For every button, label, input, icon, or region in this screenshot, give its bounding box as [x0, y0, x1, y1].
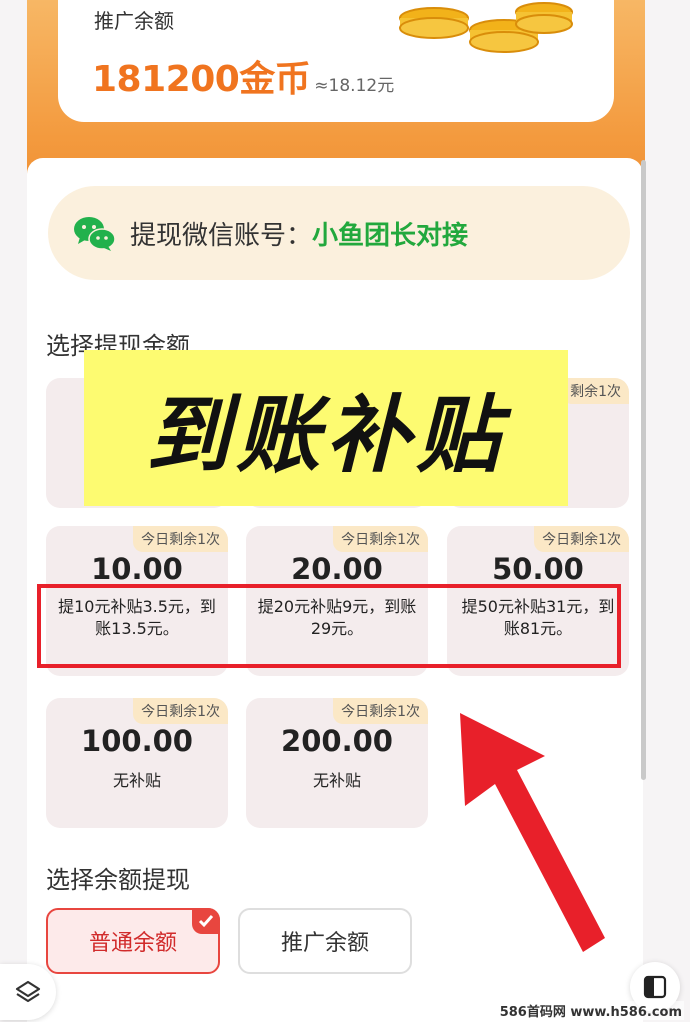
amount-value: 100.00 — [81, 724, 193, 758]
quota-badge: 剩余1次 — [562, 378, 629, 404]
balance-approx: ≈18.12元 — [314, 76, 395, 96]
wechat-account-name: 小鱼团长对接 — [312, 220, 469, 251]
quota-badge: 今日剩余1次 — [133, 526, 228, 552]
subsidy-banner-text: 到账补贴 — [145, 385, 506, 484]
amount-card-200[interactable]: 今日剩余1次 200.00 无补贴 — [246, 698, 428, 828]
balance-section-title: 选择余额提现 — [46, 866, 190, 894]
highlight-frame — [37, 584, 621, 668]
amount-card-100[interactable]: 今日剩余1次 100.00 无补贴 — [46, 698, 228, 828]
wechat-icon — [74, 217, 116, 251]
quota-badge: 今日剩余1次 — [333, 526, 428, 552]
subsidy-note: 无补贴 — [112, 771, 161, 790]
subsidy-banner: 到账补贴 — [84, 350, 568, 506]
quota-badge: 今日剩余1次 — [534, 526, 629, 552]
subsidy-note: 无补贴 — [312, 771, 361, 790]
layers-icon — [15, 980, 41, 1003]
panel-icon — [643, 975, 667, 999]
watermark: 586首码网 www.h586.com — [497, 1001, 684, 1020]
promo-balance-button[interactable]: 推广余额 — [238, 908, 412, 974]
balance-coins: 181200金币 — [92, 59, 311, 100]
red-arrow-icon — [460, 713, 605, 952]
gold-coins-icon — [399, 2, 573, 53]
amount-value: 200.00 — [281, 724, 393, 758]
check-icon — [192, 908, 220, 934]
quota-badge: 今日剩余1次 — [333, 698, 428, 724]
wechat-account-label: 提现微信账号： — [130, 220, 313, 251]
balance-amount-line: 181200金币 ≈18.12元 — [92, 50, 394, 102]
balance-card: 推广余额 181200金币 ≈18.12元 — [58, 0, 614, 122]
promo-balance-label: 推广余额 — [280, 931, 369, 956]
balance-label: 推广余额 — [94, 9, 174, 33]
normal-balance-button[interactable]: 普通余额 — [46, 908, 220, 974]
quota-badge: 今日剩余1次 — [133, 698, 228, 724]
wechat-account-row[interactable]: 提现微信账号： 小鱼团长对接 — [48, 186, 630, 280]
amount-value: 50.00 — [492, 552, 584, 586]
layers-button[interactable] — [0, 964, 56, 1020]
amount-value: 20.00 — [291, 552, 383, 586]
amount-value: 10.00 — [91, 552, 183, 586]
scrollbar[interactable] — [641, 160, 646, 780]
normal-balance-label: 普通余额 — [88, 931, 177, 956]
